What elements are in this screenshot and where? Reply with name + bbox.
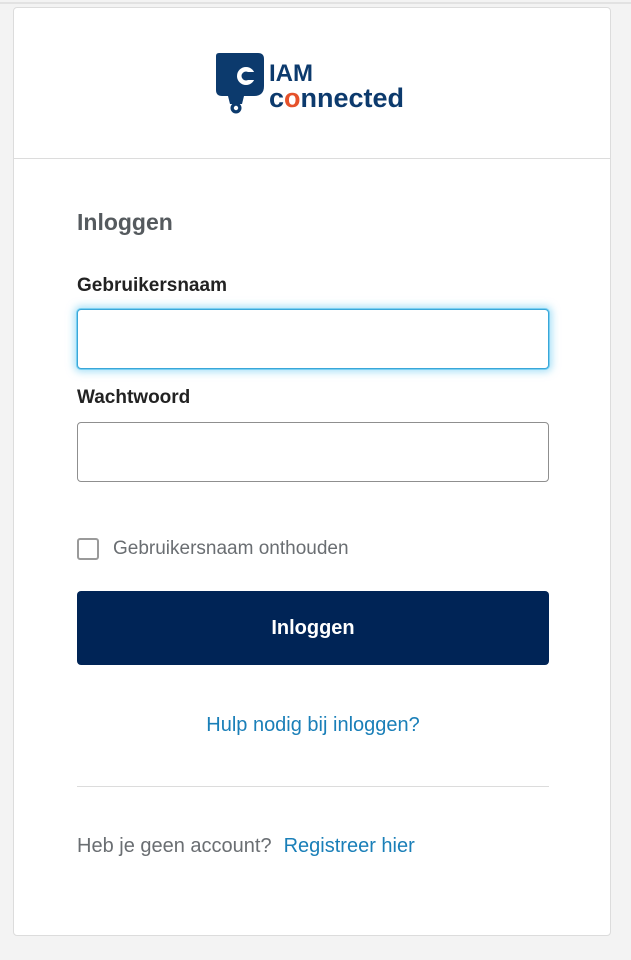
username-input[interactable]	[77, 309, 549, 369]
login-card: IAM connected Inloggen Gebruikersnaam Wa…	[13, 7, 611, 936]
password-label: Wachtwoord	[77, 387, 191, 408]
login-help-link[interactable]: Hulp nodig bij inloggen?	[77, 714, 549, 737]
form-title: Inloggen	[77, 209, 173, 235]
register-prompt: Heb je geen account?	[77, 835, 272, 857]
divider	[77, 786, 549, 787]
remember-username-checkbox[interactable]	[77, 538, 99, 560]
register-link[interactable]: Registreer hier	[284, 835, 415, 857]
remember-username-label[interactable]: Gebruikersnaam onthouden	[113, 538, 349, 560]
register-row: Heb je geen account? Registreer hier	[77, 835, 415, 858]
remember-username-row[interactable]: Gebruikersnaam onthouden	[77, 536, 349, 562]
username-label: Gebruikersnaam	[77, 275, 227, 296]
top-border	[0, 2, 631, 4]
password-input[interactable]	[77, 422, 549, 482]
iam-connected-logo: IAM connected	[214, 52, 414, 114]
logo-text-connected: connected	[269, 83, 405, 113]
card-header: IAM connected	[14, 8, 610, 159]
login-button[interactable]: Inloggen	[77, 591, 549, 665]
logo-mark-icon	[216, 53, 264, 114]
